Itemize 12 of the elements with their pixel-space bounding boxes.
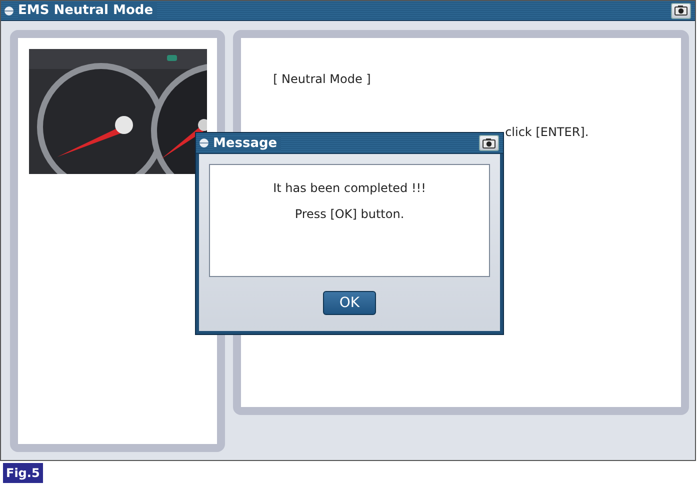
camera-button[interactable] [479,135,499,151]
ok-button[interactable]: OK [323,291,376,315]
message-text: Press [OK] button. [294,207,404,221]
bullet-icon [4,6,14,16]
bullet-icon [199,138,209,148]
dialog-title: Message [213,136,282,150]
figure-caption: Fig.5 [3,463,43,483]
message-text: It has been completed !!! [273,181,426,195]
camera-button[interactable] [671,2,691,18]
instruction-text: click [ENTER]. [505,125,590,139]
mode-heading: [ Neutral Mode ] [273,72,372,86]
window-title: EMS Neutral Mode [18,3,158,18]
